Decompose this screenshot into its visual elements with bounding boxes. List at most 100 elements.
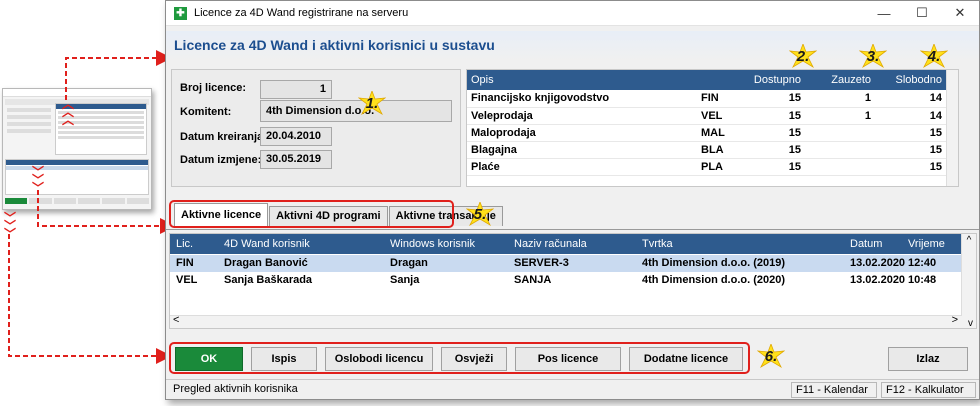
licence-table: Opis Dostupno Zauzeto Slobodno Financijs… <box>466 69 959 187</box>
title-bar: ✚ Licence za 4D Wand registrirane na ser… <box>166 1 979 26</box>
tab-divider <box>166 229 979 230</box>
active-users-table: Lic. 4D Wand korisnik Windows korisnik N… <box>169 233 977 329</box>
cell-vrijeme: 10:48 <box>908 274 937 286</box>
col-tvrtka[interactable]: Tvrtka <box>642 234 673 254</box>
chevron-up-marker: ︿ ︿ ︿ <box>61 97 74 127</box>
minimize-button[interactable]: — <box>865 1 903 26</box>
licence-table-scrollbar[interactable] <box>946 70 958 186</box>
callout-3: 3. <box>858 42 888 70</box>
cell-opis: Maloprodaja <box>467 124 697 142</box>
licence-info-panel: Broj licence: 1 Komitent: 4th Dimension … <box>171 69 461 187</box>
window-title: Licence za 4D Wand registrirane na serve… <box>194 7 409 19</box>
datum-kreiranja-field: 20.04.2010 <box>260 127 332 146</box>
col-zauzeto[interactable]: Zauzeto <box>805 70 875 90</box>
arrow-to-buttons <box>8 234 172 364</box>
cell-zauzeto <box>805 141 875 159</box>
col-lic[interactable]: Lic. <box>176 234 193 254</box>
cell-zauzeto: 1 <box>805 107 875 125</box>
col-vrijeme[interactable]: Vrijeme <box>908 234 945 254</box>
scroll-right-button[interactable]: > <box>952 314 958 326</box>
cell-dostupno: 15 <box>735 90 805 108</box>
table-row[interactable]: FIN Dragan Banović Dragan SERVER-3 4th D… <box>170 255 962 272</box>
cell-opis: Blagajna <box>467 141 697 159</box>
cell-dostupno: 15 <box>735 124 805 142</box>
cell-opis: Financijsko knjigovodstvo <box>467 90 697 108</box>
table-row[interactable]: Blagajna BLA 15 15 <box>467 141 958 159</box>
status-text: Pregled aktivnih korisnika <box>173 383 298 395</box>
komitent-field: 4th Dimension d.o.o. <box>260 100 452 122</box>
table-row[interactable]: Financijsko knjigovodstvo FIN 15 1 14 <box>467 90 958 108</box>
thumbnail-titlebar <box>3 89 151 97</box>
col-kod[interactable] <box>697 70 735 90</box>
cell-wand-korisnik: Sanja Baškarada <box>224 274 313 286</box>
col-datum[interactable]: Datum <box>850 234 882 254</box>
cell-kod: BLA <box>697 141 735 159</box>
datum-kreiranja-label: Datum kreiranja: <box>180 131 267 143</box>
users-table-header: Lic. 4D Wand korisnik Windows korisnik N… <box>170 234 962 254</box>
chevron-down-marker-outer: ﹀ ﹀ ﹀ <box>3 211 16 241</box>
cell-tvrtka: 4th Dimension d.o.o. (2020) <box>642 274 786 286</box>
datum-izmjene-label: Datum izmjene: <box>180 154 262 166</box>
f11-kalendar[interactable]: F11 - Kalendar <box>791 382 877 398</box>
table-row[interactable]: VEL Sanja Baškarada Sanja SANJA 4th Dime… <box>170 272 962 289</box>
thumbnail-buttons <box>5 198 149 204</box>
cell-lic: FIN <box>176 257 194 269</box>
close-button[interactable]: ✕ <box>941 1 979 26</box>
cell-naziv-racunala: SERVER-3 <box>514 257 569 269</box>
komitent-label: Komitent: <box>180 106 232 118</box>
cell-zauzeto: 1 <box>805 90 875 108</box>
cell-zauzeto <box>805 124 875 142</box>
table-row[interactable]: Veleprodaja VEL 15 1 14 <box>467 107 958 125</box>
cell-dostupno: 15 <box>735 158 805 176</box>
cell-windows-korisnik: Sanja <box>390 274 420 286</box>
col-windows-korisnik[interactable]: Windows korisnik <box>390 234 475 254</box>
cell-kod: MAL <box>697 124 735 142</box>
thumbnail-info-panel <box>7 105 51 145</box>
cell-kod: FIN <box>697 90 735 108</box>
cell-datum: 13.02.2020 <box>850 257 906 269</box>
cell-vrijeme: 12:40 <box>908 257 937 269</box>
datum-izmjene-field: 30.05.2019 <box>260 150 332 169</box>
callout-5: 5. <box>465 200 495 228</box>
cell-kod: PLA <box>697 158 735 176</box>
cell-wand-korisnik: Dragan Banović <box>224 257 308 269</box>
callout-6: 6. <box>756 342 786 370</box>
broj-licence-field: 1 <box>260 80 332 99</box>
thumbnail-users-grid <box>5 159 149 195</box>
buttons-highlight <box>169 342 750 374</box>
cell-kod: VEL <box>697 107 735 125</box>
table-row[interactable]: Plaće PLA 15 15 <box>467 158 958 176</box>
cell-windows-korisnik: Dragan <box>390 257 428 269</box>
tabs-highlight <box>169 200 454 228</box>
callout-1: 1. <box>357 89 387 117</box>
callout-2: 2. <box>788 42 818 70</box>
scroll-up-button[interactable]: ^ <box>962 234 976 248</box>
col-wand-korisnik[interactable]: 4D Wand korisnik <box>224 234 310 254</box>
izlaz-button[interactable]: Izlaz <box>888 347 968 371</box>
cell-naziv-racunala: SANJA <box>514 274 552 286</box>
col-naziv-racunala[interactable]: Naziv računala <box>514 234 587 254</box>
callout-4: 4. <box>919 42 949 70</box>
users-vertical-scrollbar[interactable]: ^ <box>961 234 976 328</box>
f12-kalkulator[interactable]: F12 - Kalkulator <box>881 382 976 398</box>
status-bar: Pregled aktivnih korisnika F11 - Kalenda… <box>166 379 979 399</box>
licence-table-header: Opis Dostupno Zauzeto Slobodno <box>467 70 958 90</box>
cell-zauzeto <box>805 158 875 176</box>
table-row[interactable]: Maloprodaja MAL 15 15 <box>467 124 958 142</box>
col-opis[interactable]: Opis <box>467 70 697 90</box>
col-dostupno[interactable]: Dostupno <box>735 70 805 90</box>
broj-licence-label: Broj licence: <box>180 82 247 94</box>
cell-lic: VEL <box>176 274 198 286</box>
users-horizontal-scrollbar[interactable]: < > <box>170 314 962 328</box>
cell-datum: 13.02.2020 <box>850 274 906 286</box>
cell-opis: Plaće <box>467 158 697 176</box>
scroll-left-button[interactable]: < <box>173 314 179 326</box>
scroll-down-button[interactable]: v <box>968 318 973 329</box>
cell-dostupno: 15 <box>735 107 805 125</box>
chevron-down-marker: ﹀ ﹀ ﹀ <box>31 165 44 195</box>
cell-opis: Veleprodaja <box>467 107 697 125</box>
cell-tvrtka: 4th Dimension d.o.o. (2019) <box>642 257 786 269</box>
thumbnail-preview <box>2 88 152 210</box>
maximize-button[interactable]: ☐ <box>903 1 941 26</box>
app-icon: ✚ <box>174 6 187 20</box>
